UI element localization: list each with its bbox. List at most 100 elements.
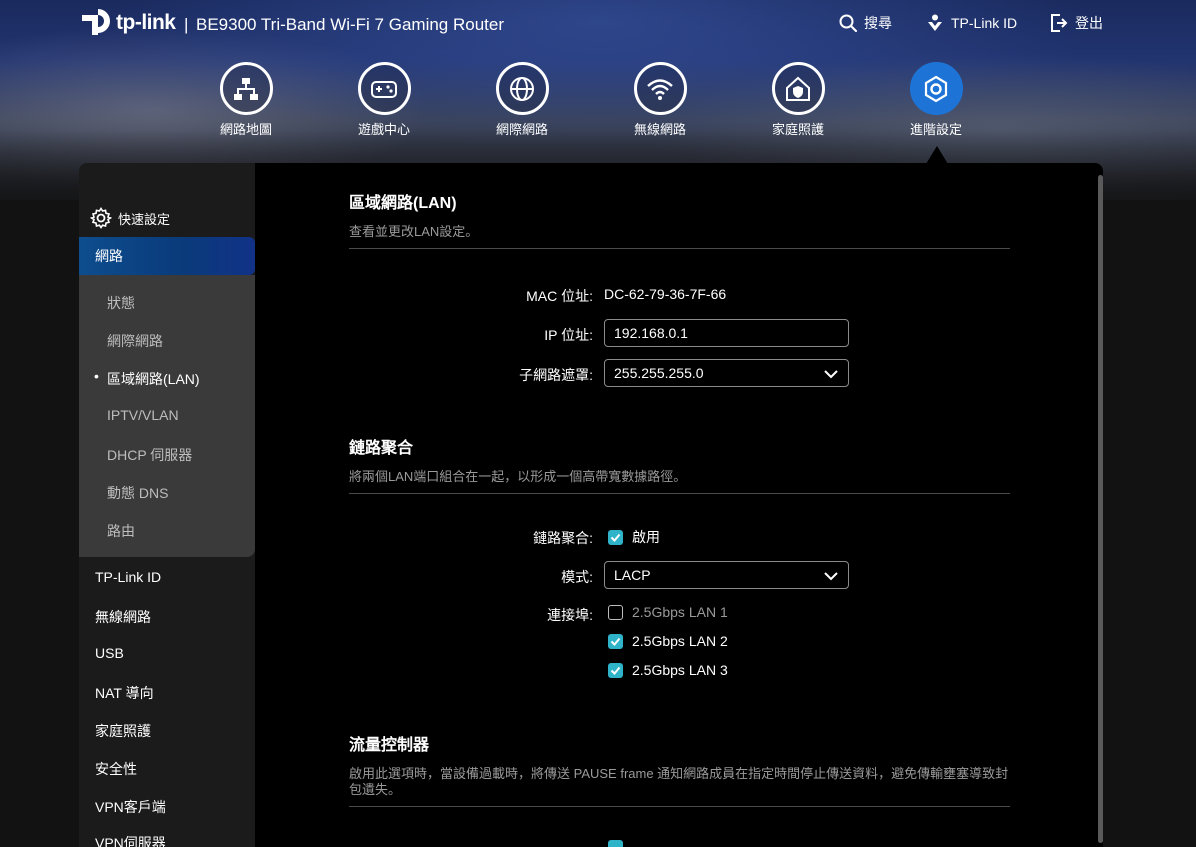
sidebar-item-security[interactable]: 安全性 xyxy=(95,759,137,779)
sidebar-item-vpn-client[interactable]: VPN客戶端 xyxy=(95,797,166,817)
nav-network-map[interactable]: 網路地圖 xyxy=(196,62,296,138)
nav-label: 無線網路 xyxy=(633,122,686,137)
mode-label: 模式: xyxy=(561,569,593,585)
home-shield-icon xyxy=(786,76,810,101)
nav-game-center[interactable]: 遊戲中心 xyxy=(334,62,434,138)
port-lan1-label: 2.5Gbps LAN 1 xyxy=(632,604,728,620)
aggregation-divider xyxy=(349,493,1010,494)
nav-wireless-circle xyxy=(633,62,687,115)
port-lan3-label: 2.5Gbps LAN 3 xyxy=(632,662,728,678)
logout-button[interactable]: 登出 xyxy=(1049,13,1103,33)
flow-control-divider xyxy=(349,806,1010,807)
chevron-down-icon xyxy=(824,572,838,581)
subnet-mask-select[interactable]: 255.255.255.0 xyxy=(604,359,849,387)
title-separator: | xyxy=(184,15,189,34)
sidebar-item-vpn-server[interactable]: VPN伺服器 xyxy=(95,833,166,847)
settings-gear-icon xyxy=(90,207,112,229)
globe-icon xyxy=(510,76,534,101)
nav-game-center-circle xyxy=(357,62,411,115)
sidebar-item-wireless[interactable]: 無線網路 xyxy=(95,607,151,627)
sidebar-subitem-ddns[interactable]: 動態 DNS xyxy=(107,483,168,503)
subnet-mask-value: 255.255.255.0 xyxy=(614,365,704,381)
search-button[interactable]: 搜尋 xyxy=(838,13,892,33)
port-lan2-label: 2.5Gbps LAN 2 xyxy=(632,633,728,649)
subnet-mask-label: 子網路遮罩: xyxy=(519,367,593,383)
aggregation-section-desc: 將兩個LAN端口組合在一起，以形成一個高帶寬數據路徑。 xyxy=(349,469,687,484)
top-bar: tp-link | BE9300 Tri-Band Wi-Fi 7 Gaming… xyxy=(0,0,1196,50)
sidebar-item-homecare[interactable]: 家庭照護 xyxy=(95,721,151,741)
gear-icon xyxy=(924,75,948,102)
tplink-id-button[interactable]: TP-Link ID xyxy=(925,13,1017,33)
nav-internet-circle xyxy=(495,62,549,115)
lan-section-title: 區域網路(LAN) xyxy=(349,195,457,212)
sidebar-subitem-status[interactable]: 狀態 xyxy=(107,293,135,313)
sidebar-subitem-dhcp-server[interactable]: DHCP 伺服器 xyxy=(107,445,192,465)
checkbox-checked xyxy=(608,529,623,545)
sidebar-item-nat[interactable]: NAT 導向 xyxy=(95,683,154,703)
aggregation-enable-text: 啟用 xyxy=(632,529,660,545)
flow-control-checkbox-partial[interactable] xyxy=(608,840,623,847)
lan-divider xyxy=(349,248,1010,249)
port-lan3-checkbox[interactable]: 2.5Gbps LAN 3 xyxy=(608,662,728,678)
mac-value: DC-62-79-36-7F-66 xyxy=(604,286,727,302)
search-icon xyxy=(839,14,858,33)
check-icon xyxy=(610,533,621,542)
sidebar-subitem-iptv-vlan[interactable]: IPTV/VLAN xyxy=(107,407,179,423)
nav-advanced[interactable]: 進階設定 xyxy=(886,62,986,138)
sidebar-subitem-lan[interactable]: 區域網路(LAN) xyxy=(94,368,200,389)
sidebar-item-network[interactable]: 網路 xyxy=(79,237,255,275)
chevron-down-icon xyxy=(824,370,838,379)
user-badge-icon xyxy=(928,14,942,31)
nav-label: 網際網路 xyxy=(495,122,548,137)
nav-wireless[interactable]: 無線網路 xyxy=(610,62,710,138)
ip-address-input[interactable] xyxy=(604,319,849,347)
port-lan2-checkbox[interactable]: 2.5Gbps LAN 2 xyxy=(608,633,728,649)
logout-label: 登出 xyxy=(1075,15,1103,31)
tplink-logo-icon xyxy=(82,9,110,35)
sidebar-item-tplink-id[interactable]: TP-Link ID xyxy=(95,569,161,585)
ports-label: 連接埠: xyxy=(547,607,593,623)
nav-network-map-circle xyxy=(219,62,273,115)
product-name: BE9300 Tri-Band Wi-Fi 7 Gaming Router xyxy=(196,15,505,34)
content-scrollbar[interactable] xyxy=(1098,175,1103,843)
tplink-id-label: TP-Link ID xyxy=(951,15,1018,31)
checkbox-unchecked xyxy=(608,604,623,620)
wifi-icon xyxy=(647,78,673,100)
aggregation-section-title: 鏈路聚合 xyxy=(349,440,414,457)
mac-label: MAC 位址: xyxy=(526,288,593,304)
active-nav-pointer xyxy=(926,146,948,164)
sidebar-subitem-internet[interactable]: 網際網路 xyxy=(107,331,163,351)
sidebar-subitem-routing[interactable]: 路由 xyxy=(107,521,135,541)
network-map-icon xyxy=(234,77,258,100)
check-icon xyxy=(610,637,621,646)
nav-label: 進階設定 xyxy=(909,122,962,137)
aggregation-enable-label: 鏈路聚合: xyxy=(533,530,593,546)
checkbox-checked xyxy=(608,633,623,649)
check-icon xyxy=(610,666,621,675)
flow-control-section-desc: 啟用此選項時，當設備過載時，將傳送 PAUSE frame 通知網路成員在指定時… xyxy=(349,766,1009,797)
nav-label: 遊戲中心 xyxy=(357,122,410,137)
sidebar-item-usb[interactable]: USB xyxy=(95,645,124,661)
nav-internet[interactable]: 網際網路 xyxy=(472,62,572,138)
network-submenu: 狀態 網際網路 區域網路(LAN) IPTV/VLAN DHCP 伺服器 動態 … xyxy=(79,275,255,557)
gamepad-icon xyxy=(371,80,397,98)
nav-homecare[interactable]: 家庭照護 xyxy=(748,62,848,138)
nav-advanced-circle xyxy=(909,62,963,115)
tplink-logo[interactable]: tp-link xyxy=(78,5,176,41)
aggregation-enable-checkbox[interactable]: 啟用 xyxy=(608,527,660,547)
main-navigation: 網路地圖 遊戲中心 網際網路 無線網路 家庭照護 進階設定 xyxy=(0,62,1196,142)
quick-setup-label: 快速設定 xyxy=(118,211,171,227)
sidebar-item-quick-setup[interactable]: 快速設定 xyxy=(90,207,170,229)
nav-label: 網路地圖 xyxy=(219,122,272,137)
flow-control-section-title: 流量控制器 xyxy=(349,737,430,754)
ip-label: IP 位址: xyxy=(544,327,593,343)
port-lan1-checkbox[interactable]: 2.5Gbps LAN 1 xyxy=(608,604,728,620)
mode-select[interactable]: LACP xyxy=(604,561,849,589)
logo-text: tp-link xyxy=(116,11,176,34)
nav-homecare-circle xyxy=(771,62,825,115)
mode-value: LACP xyxy=(614,567,651,583)
checkbox-checked xyxy=(608,662,623,678)
nav-label: 家庭照護 xyxy=(771,122,824,137)
logout-icon xyxy=(1051,14,1068,32)
lan-section-desc: 查看並更改LAN設定。 xyxy=(349,224,479,239)
